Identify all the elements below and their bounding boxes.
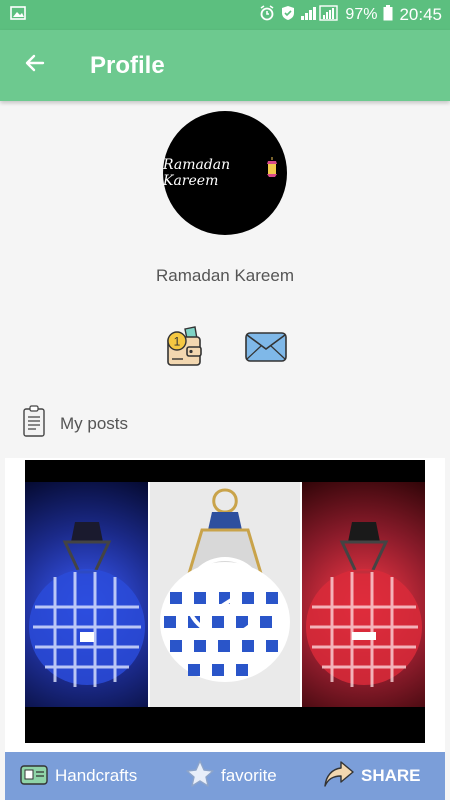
category-button[interactable]: Handcrafts bbox=[19, 752, 137, 800]
share-label: SHARE bbox=[361, 766, 421, 785]
favorite-label: favorite bbox=[221, 766, 277, 785]
thumbnail-blue-lantern bbox=[25, 482, 149, 707]
back-button[interactable] bbox=[10, 41, 60, 91]
profile-actions: 1 bbox=[0, 325, 450, 373]
my-posts-header[interactable]: My posts bbox=[22, 404, 128, 443]
profile-name: Ramadan Kareem bbox=[156, 266, 294, 285]
page-title: Profile bbox=[90, 51, 165, 79]
lantern-icon bbox=[265, 157, 279, 184]
alarm-icon bbox=[259, 4, 275, 26]
shield-icon bbox=[281, 5, 295, 26]
battery-icon bbox=[383, 4, 393, 26]
wallet-button[interactable]: 1 bbox=[163, 325, 205, 369]
app-bar: Profile bbox=[0, 30, 450, 101]
share-arrow-icon bbox=[323, 760, 361, 793]
share-button[interactable]: SHARE bbox=[323, 752, 421, 800]
play-button[interactable] bbox=[185, 557, 265, 637]
my-posts-label: My posts bbox=[60, 413, 129, 433]
star-icon bbox=[185, 759, 221, 794]
message-button[interactable] bbox=[244, 331, 288, 363]
image-icon bbox=[10, 5, 26, 25]
category-icon bbox=[19, 762, 55, 791]
status-bar: 97% 20:45 bbox=[0, 0, 450, 30]
thumbnail-red-lantern bbox=[301, 482, 425, 707]
post-action-bar: Handcrafts favorite SHARE bbox=[5, 752, 445, 800]
mail-icon bbox=[244, 332, 288, 367]
avatar[interactable]: Ramadan Kareem bbox=[163, 111, 287, 235]
post-video[interactable] bbox=[25, 460, 425, 743]
back-arrow-icon bbox=[23, 51, 47, 80]
post-card: Handcrafts favorite SHARE bbox=[5, 458, 445, 800]
signal-icon bbox=[301, 4, 339, 26]
clock: 20:45 bbox=[399, 5, 442, 24]
clipboard-icon bbox=[22, 404, 46, 443]
battery-percent: 97% bbox=[345, 6, 378, 23]
play-icon bbox=[205, 575, 245, 620]
favorite-button[interactable]: favorite bbox=[185, 752, 277, 800]
category-label: Handcrafts bbox=[55, 766, 138, 785]
wallet-badge: 1 bbox=[174, 335, 181, 349]
wallet-icon: 1 bbox=[163, 326, 205, 373]
